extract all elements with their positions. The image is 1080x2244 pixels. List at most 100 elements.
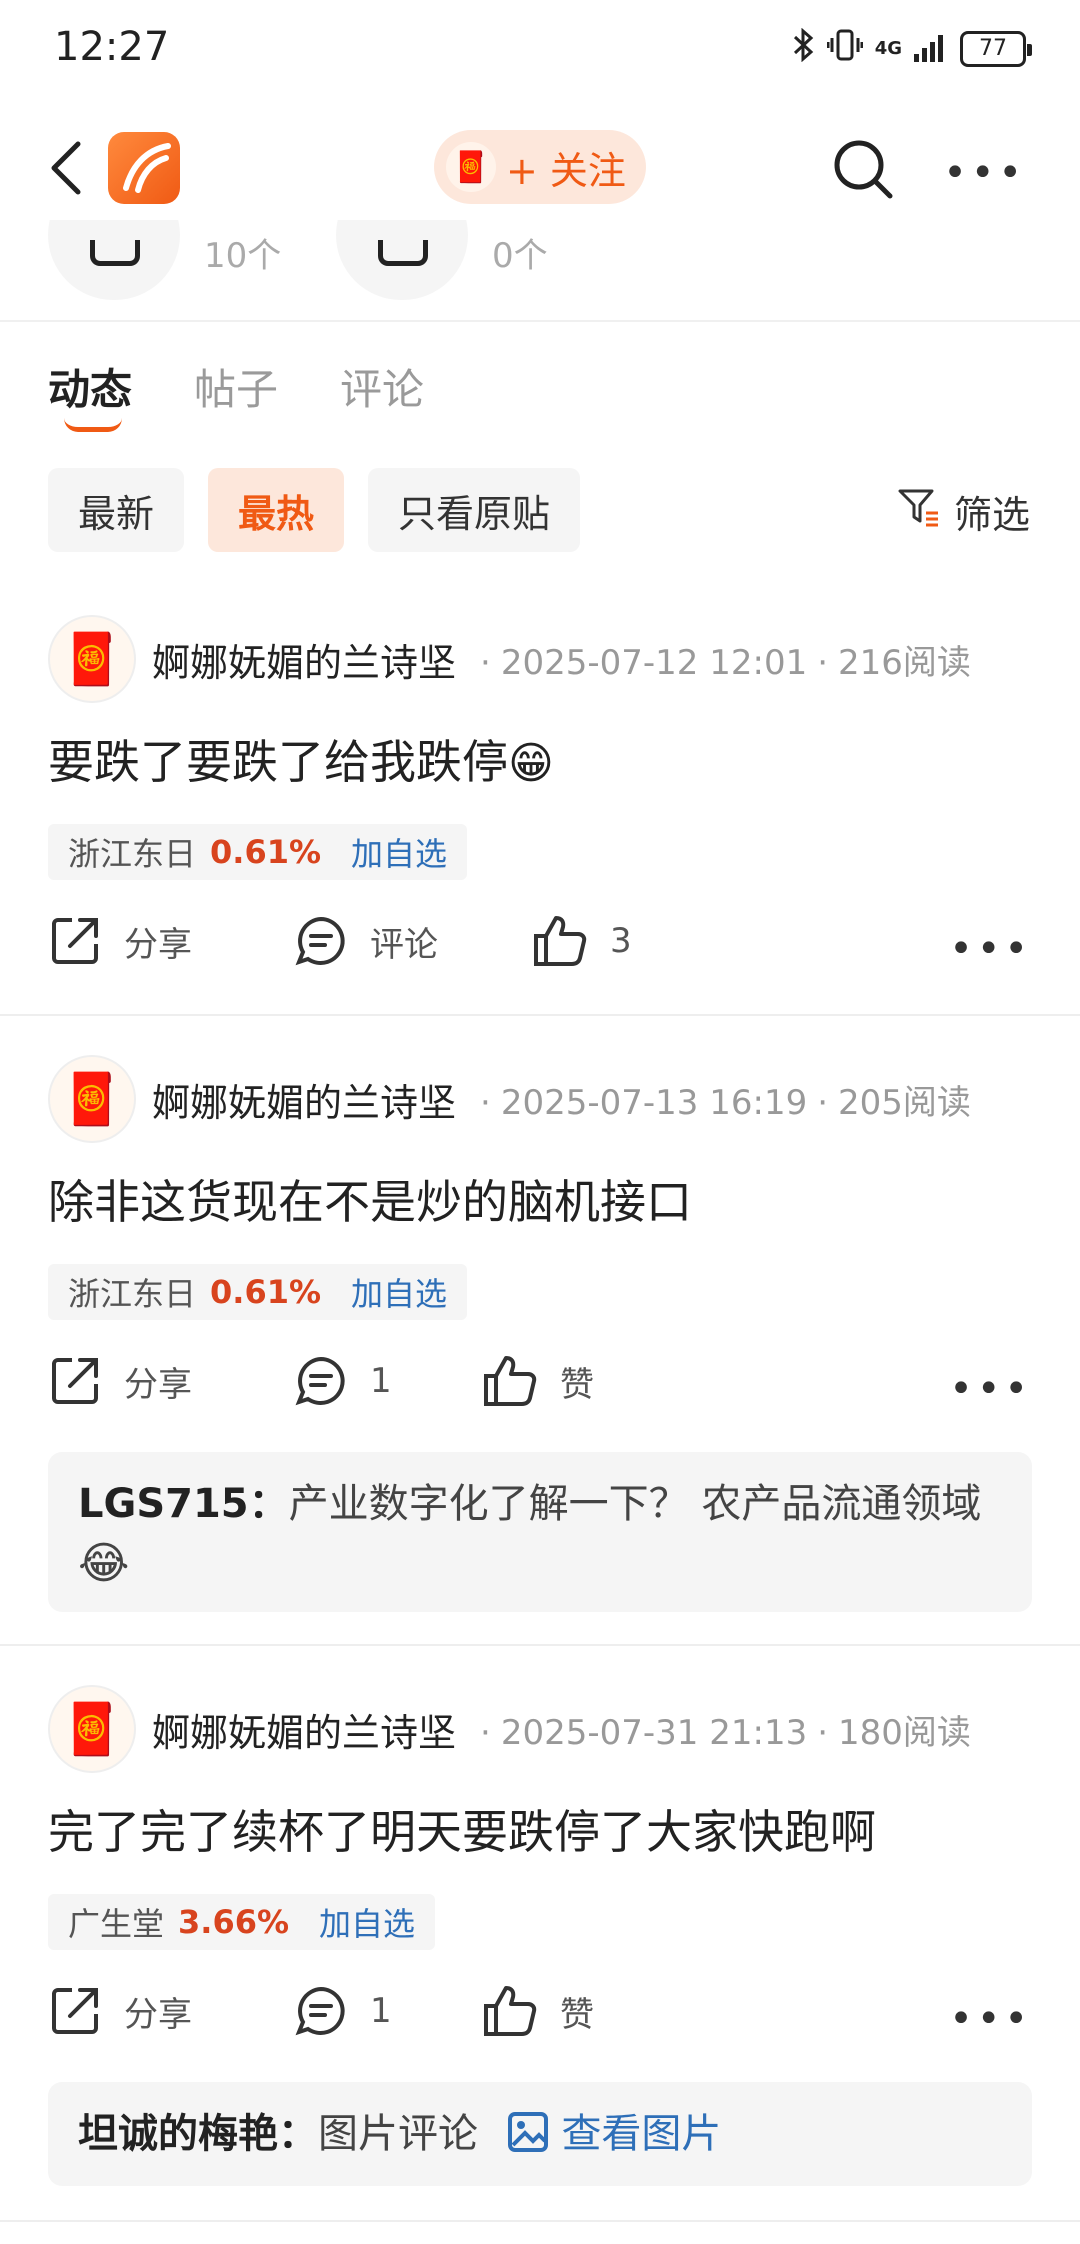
hot-comment[interactable]: 坦诚的梅艳：图片评论 查看图片 [48, 2082, 1032, 2186]
share-label: 分享 [124, 1994, 192, 2035]
filter-original-only[interactable]: 只看原贴 [368, 468, 581, 552]
add-watchlist-link[interactable]: 加自选 [319, 1899, 415, 1945]
like-label: 赞 [560, 1364, 594, 1405]
post-reads: 180阅读 [838, 1712, 971, 1753]
stats-strip: 10个 0个 [0, 220, 1080, 322]
search-icon[interactable] [830, 136, 896, 202]
app-logo-icon[interactable] [108, 132, 180, 204]
divider [0, 1644, 1080, 1646]
laugh-emoji: 😂 [78, 1538, 130, 1589]
post-more-icon[interactable]: ••• [949, 926, 1032, 972]
share-label: 分享 [124, 924, 192, 965]
divider [0, 1014, 1080, 1016]
share-icon [52, 1358, 98, 1404]
status-time: 12:27 [54, 24, 170, 70]
post-reads: 216阅读 [838, 642, 971, 683]
comment-text: 图片评论 [318, 2111, 478, 2157]
view-image-link[interactable]: 查看图片 [561, 2111, 721, 2157]
vibrate-icon [826, 28, 864, 70]
like-button[interactable]: 赞 [482, 1984, 594, 2038]
share-button[interactable]: 分享 [48, 1354, 192, 1408]
comment-text: 产业数字化了解一下？ 农产品流通领域 [288, 1481, 982, 1527]
share-button[interactable]: 分享 [48, 1984, 192, 2038]
comment-icon [295, 1356, 345, 1406]
comment-button[interactable]: 1 [294, 1354, 392, 1408]
username[interactable]: 婀娜妩媚的兰诗坚 [152, 1702, 456, 1757]
active-tab-indicator [64, 418, 122, 432]
like-button[interactable]: 3 [532, 914, 632, 968]
stock-tag[interactable]: 浙江东日 0.61% 加自选 [48, 824, 468, 880]
comment-icon [295, 916, 345, 966]
add-watchlist-link[interactable]: 加自选 [351, 829, 447, 875]
post-meta: · 2025-07-31 21:13 · 180阅读 [480, 1712, 971, 1753]
like-label: 赞 [560, 1994, 594, 2035]
post-more-icon[interactable]: ••• [949, 1366, 1032, 1412]
status-icons: 4G 77 [793, 27, 1032, 70]
filter-button[interactable]: 筛选 [896, 484, 1030, 539]
stock-name: 广生堂 [68, 1905, 165, 1943]
filter-chips: 最新 最热 只看原贴 [48, 468, 581, 552]
status-bar: 12:27 4G 77 [0, 0, 1080, 104]
stock-tag[interactable]: 浙江东日 0.61% 加自选 [48, 1264, 468, 1320]
post-header: 🧧 婀娜妩媚的兰诗坚 · 2025-07-12 12:01 · 216阅读 [48, 614, 971, 704]
more-options-icon[interactable]: ••• [943, 150, 1026, 196]
feed-post[interactable]: 🧧 婀娜妩媚的兰诗坚 · 2025-07-13 16:19 · 205阅读 除非这货现… [0, 1054, 1080, 1614]
stock-tag[interactable]: 广生堂 3.66% 加自选 [48, 1894, 436, 1950]
follow-label: + 关注 [506, 148, 626, 193]
bluetooth-icon [793, 27, 815, 70]
filter-latest[interactable]: 最新 [48, 468, 185, 552]
comment-count: 1 [370, 1361, 392, 1401]
avatar[interactable]: 🧧 [48, 1685, 136, 1773]
post-more-icon[interactable]: ••• [949, 1996, 1032, 2042]
username[interactable]: 婀娜妩媚的兰诗坚 [152, 632, 456, 687]
nav-bar: 🧧 + 关注 ••• [0, 120, 1080, 220]
tab-posts[interactable]: 帖子 [194, 356, 278, 417]
tab-dynamic[interactable]: 动态 [48, 356, 132, 417]
stock-name: 浙江东日 [68, 1275, 197, 1313]
like-button[interactable]: 赞 [482, 1354, 594, 1408]
divider [0, 2220, 1080, 2222]
tab-comments[interactable]: 评论 [340, 356, 424, 417]
avatar[interactable]: 🧧 [48, 1055, 136, 1143]
like-label: 3 [610, 921, 632, 961]
thumbs-up-icon [534, 916, 587, 966]
add-watchlist-link[interactable]: 加自选 [351, 1269, 447, 1315]
comment-icon [295, 1986, 345, 2036]
username[interactable]: 婀娜妩媚的兰诗坚 [152, 1072, 456, 1127]
stat-pill-icon[interactable] [48, 220, 180, 300]
follow-button[interactable]: 🧧 + 关注 [434, 130, 646, 204]
follow-avatar: 🧧 [446, 142, 496, 192]
comment-user[interactable]: 坦诚的梅艳： [78, 2111, 318, 2157]
post-text[interactable]: 要跌了要跌了给我跌停😁 [48, 726, 554, 792]
post-date: 2025-07-31 21:13 [500, 1712, 808, 1753]
funnel-icon [896, 485, 940, 538]
share-button[interactable]: 分享 [48, 914, 192, 968]
hot-comment[interactable]: LGS715：产业数字化了解一下？ 农产品流通领域 😂 [48, 1452, 1032, 1612]
grin-emoji: 😁 [508, 738, 554, 789]
comment-user[interactable]: LGS715： [78, 1481, 289, 1527]
signal-icon [914, 32, 948, 66]
stat-pill-icon[interactable] [336, 220, 468, 300]
post-text[interactable]: 完了完了续杯了明天要跌停了大家快跑啊 [48, 1796, 876, 1862]
post-reads: 205阅读 [838, 1082, 971, 1123]
comment-button[interactable]: 评论 [294, 914, 438, 968]
feed-post[interactable]: 🧧 婀娜妩媚的兰诗坚 · 2025-07-31 21:13 · 180阅读 完了完了续… [0, 1684, 1080, 2204]
share-icon [52, 1988, 98, 2034]
stock-change: 0.61% [210, 833, 322, 871]
stat-count: 0个 [492, 236, 548, 276]
filter-hot[interactable]: 最热 [208, 468, 345, 552]
image-icon [507, 2112, 562, 2163]
post-header: 🧧 婀娜妩媚的兰诗坚 · 2025-07-13 16:19 · 205阅读 [48, 1054, 971, 1144]
stock-name: 浙江东日 [68, 835, 197, 873]
filter-label: 筛选 [953, 493, 1030, 537]
post-actions: 分享 1 赞 ••• [48, 1984, 1032, 2054]
stock-change: 0.61% [210, 1273, 322, 1311]
network-type: 4G [874, 38, 902, 59]
avatar[interactable]: 🧧 [48, 615, 136, 703]
share-label: 分享 [124, 1364, 192, 1405]
stock-change: 3.66% [178, 1903, 290, 1941]
feed-post[interactable]: 🧧 婀娜妩媚的兰诗坚 · 2025-07-12 12:01 · 216阅读 要跌了要跌… [0, 614, 1080, 1014]
post-text[interactable]: 除非这货现在不是炒的脑机接口 [48, 1166, 692, 1232]
comment-button[interactable]: 1 [294, 1984, 392, 2038]
back-icon[interactable] [44, 138, 94, 198]
